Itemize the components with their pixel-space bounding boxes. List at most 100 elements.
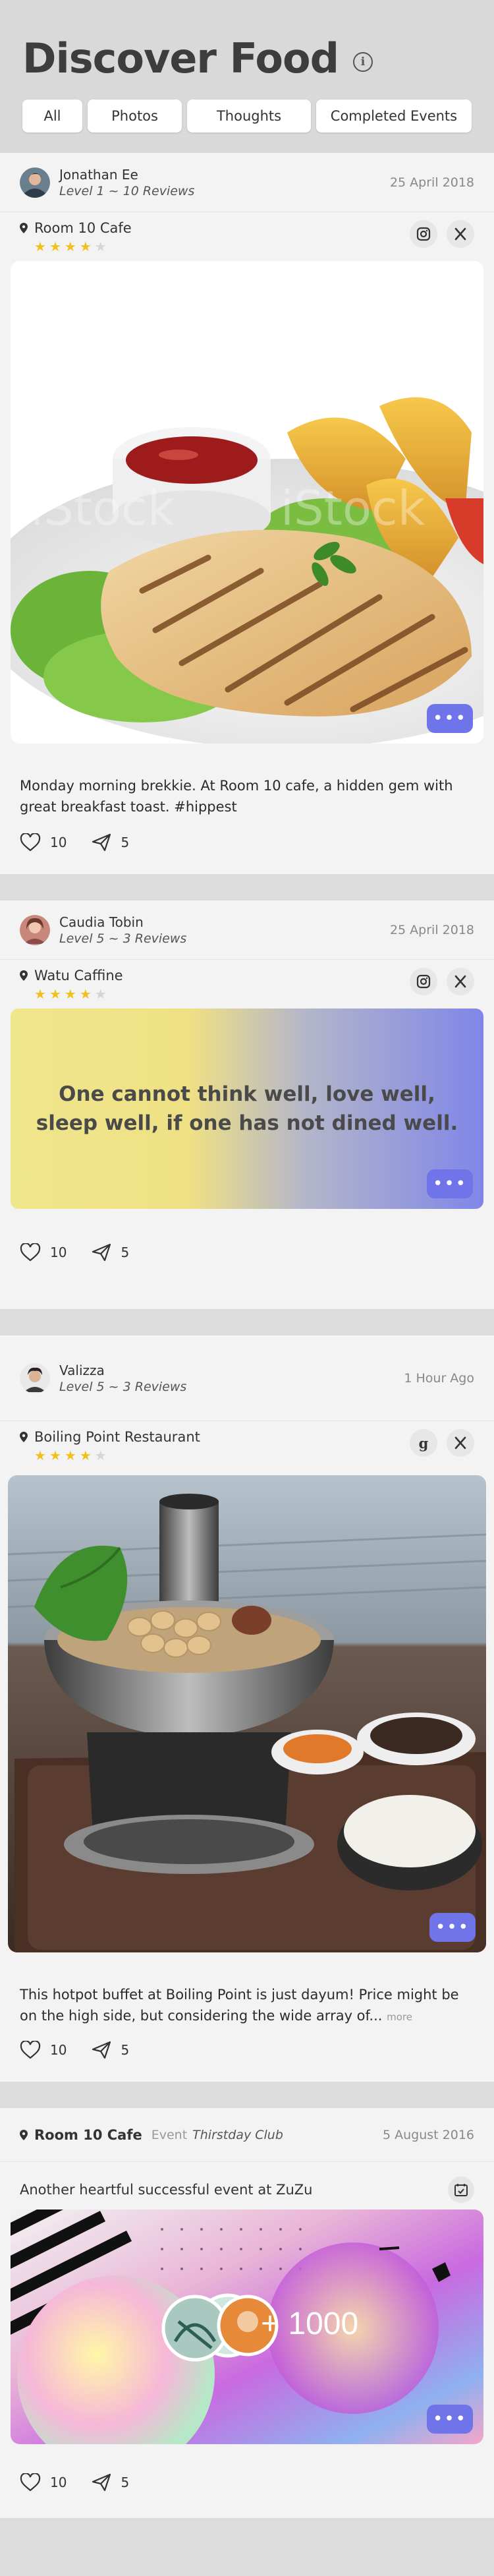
post-date: 1 Hour Ago [404, 1370, 474, 1386]
share-button[interactable]: 5 [92, 1243, 129, 1262]
place-actions [410, 220, 474, 248]
star-empty-icon: ★ [94, 986, 107, 1002]
feed-post: Jonathan Ee Level 1 ~ 10 Reviews 25 Apri… [0, 153, 494, 874]
calendar-check-icon[interactable] [448, 2177, 474, 2203]
avatar[interactable] [20, 1362, 50, 1393]
user-info: Valizza Level 5 ~ 3 Reviews [59, 1362, 404, 1394]
instagram-icon[interactable] [410, 968, 437, 995]
tab-thoughts[interactable]: Thoughts [187, 100, 311, 132]
share-button[interactable]: 5 [92, 2041, 129, 2059]
post-photo[interactable]: ••• [8, 1475, 486, 1952]
like-button[interactable]: 10 [20, 833, 67, 852]
event-header: Room 10 Cafe Event Thirstday Club 5 Augu… [0, 2108, 494, 2162]
caption-more-link[interactable]: more [387, 2011, 412, 2023]
place-actions [410, 968, 474, 995]
event-name[interactable]: Thirstday Club [192, 2128, 383, 2142]
more-dots-icon[interactable]: ••• [427, 1169, 473, 1198]
separator [0, 1309, 494, 1335]
user-level: Level 5 ~ 3 Reviews [59, 1379, 187, 1394]
event-title-row: Another heartful successful event at ZuZ… [0, 2162, 494, 2210]
page-title: Discover Food [22, 34, 339, 82]
star-icon: ★ [64, 1448, 76, 1463]
reactions-bar: 10 5 [0, 2028, 494, 2082]
thought-text: One cannot think well, love well, sleep … [36, 1082, 458, 1135]
separator [0, 2082, 494, 2108]
share-button[interactable]: 5 [92, 2473, 129, 2492]
star-icon: ★ [79, 239, 92, 254]
location-pin-icon [20, 223, 28, 233]
user-name[interactable]: Caudia Tobin [59, 914, 390, 930]
feed-post: Valizza Level 5 ~ 3 Reviews 1 Hour Ago B… [0, 1335, 494, 2082]
location-pin-icon [20, 970, 28, 981]
star-icon: ★ [34, 239, 46, 254]
more-dots-icon[interactable]: ••• [429, 1913, 476, 1942]
more-dots-icon[interactable]: ••• [427, 2405, 473, 2434]
star-icon: ★ [49, 986, 61, 1002]
post-caption: Monday morning brekkie. At Room 10 cafe,… [20, 778, 453, 815]
share-count: 5 [121, 2042, 130, 2058]
place-row: Room 10 Cafe ★ ★ ★ ★ ★ [0, 212, 494, 261]
tab-completed-events[interactable]: Completed Events [316, 100, 472, 132]
filter-tabs: All Photos Thoughts Completed Events [22, 100, 472, 132]
star-rating: ★ ★ ★ ★ ★ [34, 987, 123, 1001]
like-count: 10 [50, 834, 67, 850]
title-row: Discover Food i [22, 34, 472, 82]
post-header: Valizza Level 5 ~ 3 Reviews 1 Hour Ago [0, 1335, 494, 1421]
thought-card[interactable]: One cannot think well, love well, sleep … [11, 1009, 483, 1209]
tab-photos[interactable]: Photos [87, 100, 182, 132]
place-info: Watu Caffine ★ ★ ★ ★ ★ [34, 968, 123, 1001]
star-icon: ★ [79, 986, 92, 1002]
star-icon: ★ [34, 1448, 46, 1463]
like-button[interactable]: 10 [20, 2473, 67, 2492]
fork-knife-icon[interactable] [447, 220, 474, 248]
post-photo[interactable]: iStock iStock iStock ••• [11, 261, 483, 744]
heart-icon [20, 833, 41, 852]
star-icon: ★ [64, 986, 76, 1002]
star-icon: ★ [64, 239, 76, 254]
avatar[interactable] [20, 167, 50, 198]
place-name[interactable]: Watu Caffine [34, 968, 123, 983]
fork-knife-icon[interactable] [447, 968, 474, 995]
share-count: 5 [121, 1244, 130, 1260]
user-level: Level 1 ~ 10 Reviews [59, 183, 195, 198]
share-button[interactable]: 5 [92, 833, 129, 852]
more-dots-icon[interactable]: ••• [427, 704, 473, 733]
star-rating: ★ ★ ★ ★ ★ [34, 1449, 200, 1462]
info-circle-icon[interactable]: i [353, 51, 373, 72]
star-icon: ★ [34, 986, 46, 1002]
event-place[interactable]: Room 10 Cafe [34, 2127, 142, 2143]
post-caption: This hotpot buffet at Boiling Point is j… [0, 1952, 494, 2028]
instagram-icon[interactable] [410, 220, 437, 248]
place-info: Boiling Point Restaurant ★ ★ ★ ★ ★ [34, 1429, 200, 1462]
share-count: 5 [121, 2474, 130, 2490]
post-header: Jonathan Ee Level 1 ~ 10 Reviews 25 Apri… [0, 153, 494, 212]
share-count: 5 [121, 834, 130, 850]
page-header: Discover Food i All Photos Thoughts Comp… [0, 0, 494, 153]
star-empty-icon: ★ [94, 239, 107, 254]
svg-text:iStock: iStock [142, 289, 287, 345]
user-info: Jonathan Ee Level 1 ~ 10 Reviews [59, 167, 390, 198]
google-icon[interactable]: g [410, 1429, 437, 1457]
place-name[interactable]: Boiling Point Restaurant [34, 1429, 200, 1445]
user-level: Level 5 ~ 3 Reviews [59, 931, 187, 946]
tab-all[interactable]: All [22, 100, 82, 132]
place-row: Watu Caffine ★ ★ ★ ★ ★ [0, 960, 494, 1009]
star-icon: ★ [49, 239, 61, 254]
attendee-count[interactable]: + 1000 [261, 2306, 358, 2342]
send-icon [92, 2473, 111, 2492]
place-name[interactable]: Room 10 Cafe [34, 220, 132, 236]
user-name[interactable]: Valizza [59, 1362, 404, 1378]
separator [0, 874, 494, 900]
reactions-bar: 10 5 [0, 817, 494, 874]
like-button[interactable]: 10 [20, 1243, 67, 1262]
event-photo[interactable]: + 1000 ••• [11, 2210, 483, 2444]
event-artwork [11, 2210, 483, 2444]
avatar[interactable] [20, 914, 50, 945]
user-name[interactable]: Jonathan Ee [59, 167, 390, 183]
star-empty-icon: ★ [94, 1448, 107, 1463]
fork-knife-icon[interactable] [447, 1429, 474, 1457]
like-button[interactable]: 10 [20, 2041, 67, 2059]
post-date: 25 April 2018 [389, 922, 474, 937]
place-row: Boiling Point Restaurant ★ ★ ★ ★ ★ g [0, 1421, 494, 1475]
location-pin-icon [20, 1432, 28, 1442]
